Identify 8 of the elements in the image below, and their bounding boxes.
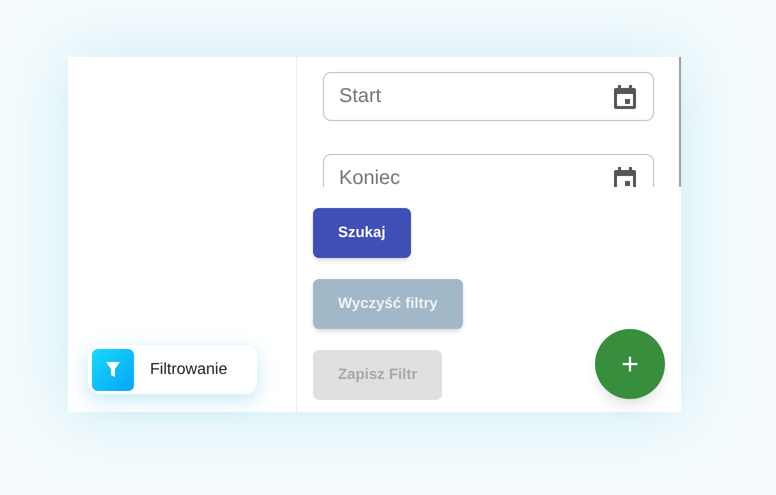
calendar-icon: [613, 84, 637, 110]
date-field[interactable]: Start: [323, 72, 654, 121]
filter-icon: [92, 348, 134, 390]
action-button[interactable]: Szukaj: [313, 208, 411, 258]
calendar-icon: [613, 166, 637, 187]
sidebar-item[interactable]: Filtrowanie: [88, 345, 257, 394]
date-field[interactable]: Koniec: [323, 154, 654, 187]
add-button[interactable]: +: [595, 329, 665, 399]
